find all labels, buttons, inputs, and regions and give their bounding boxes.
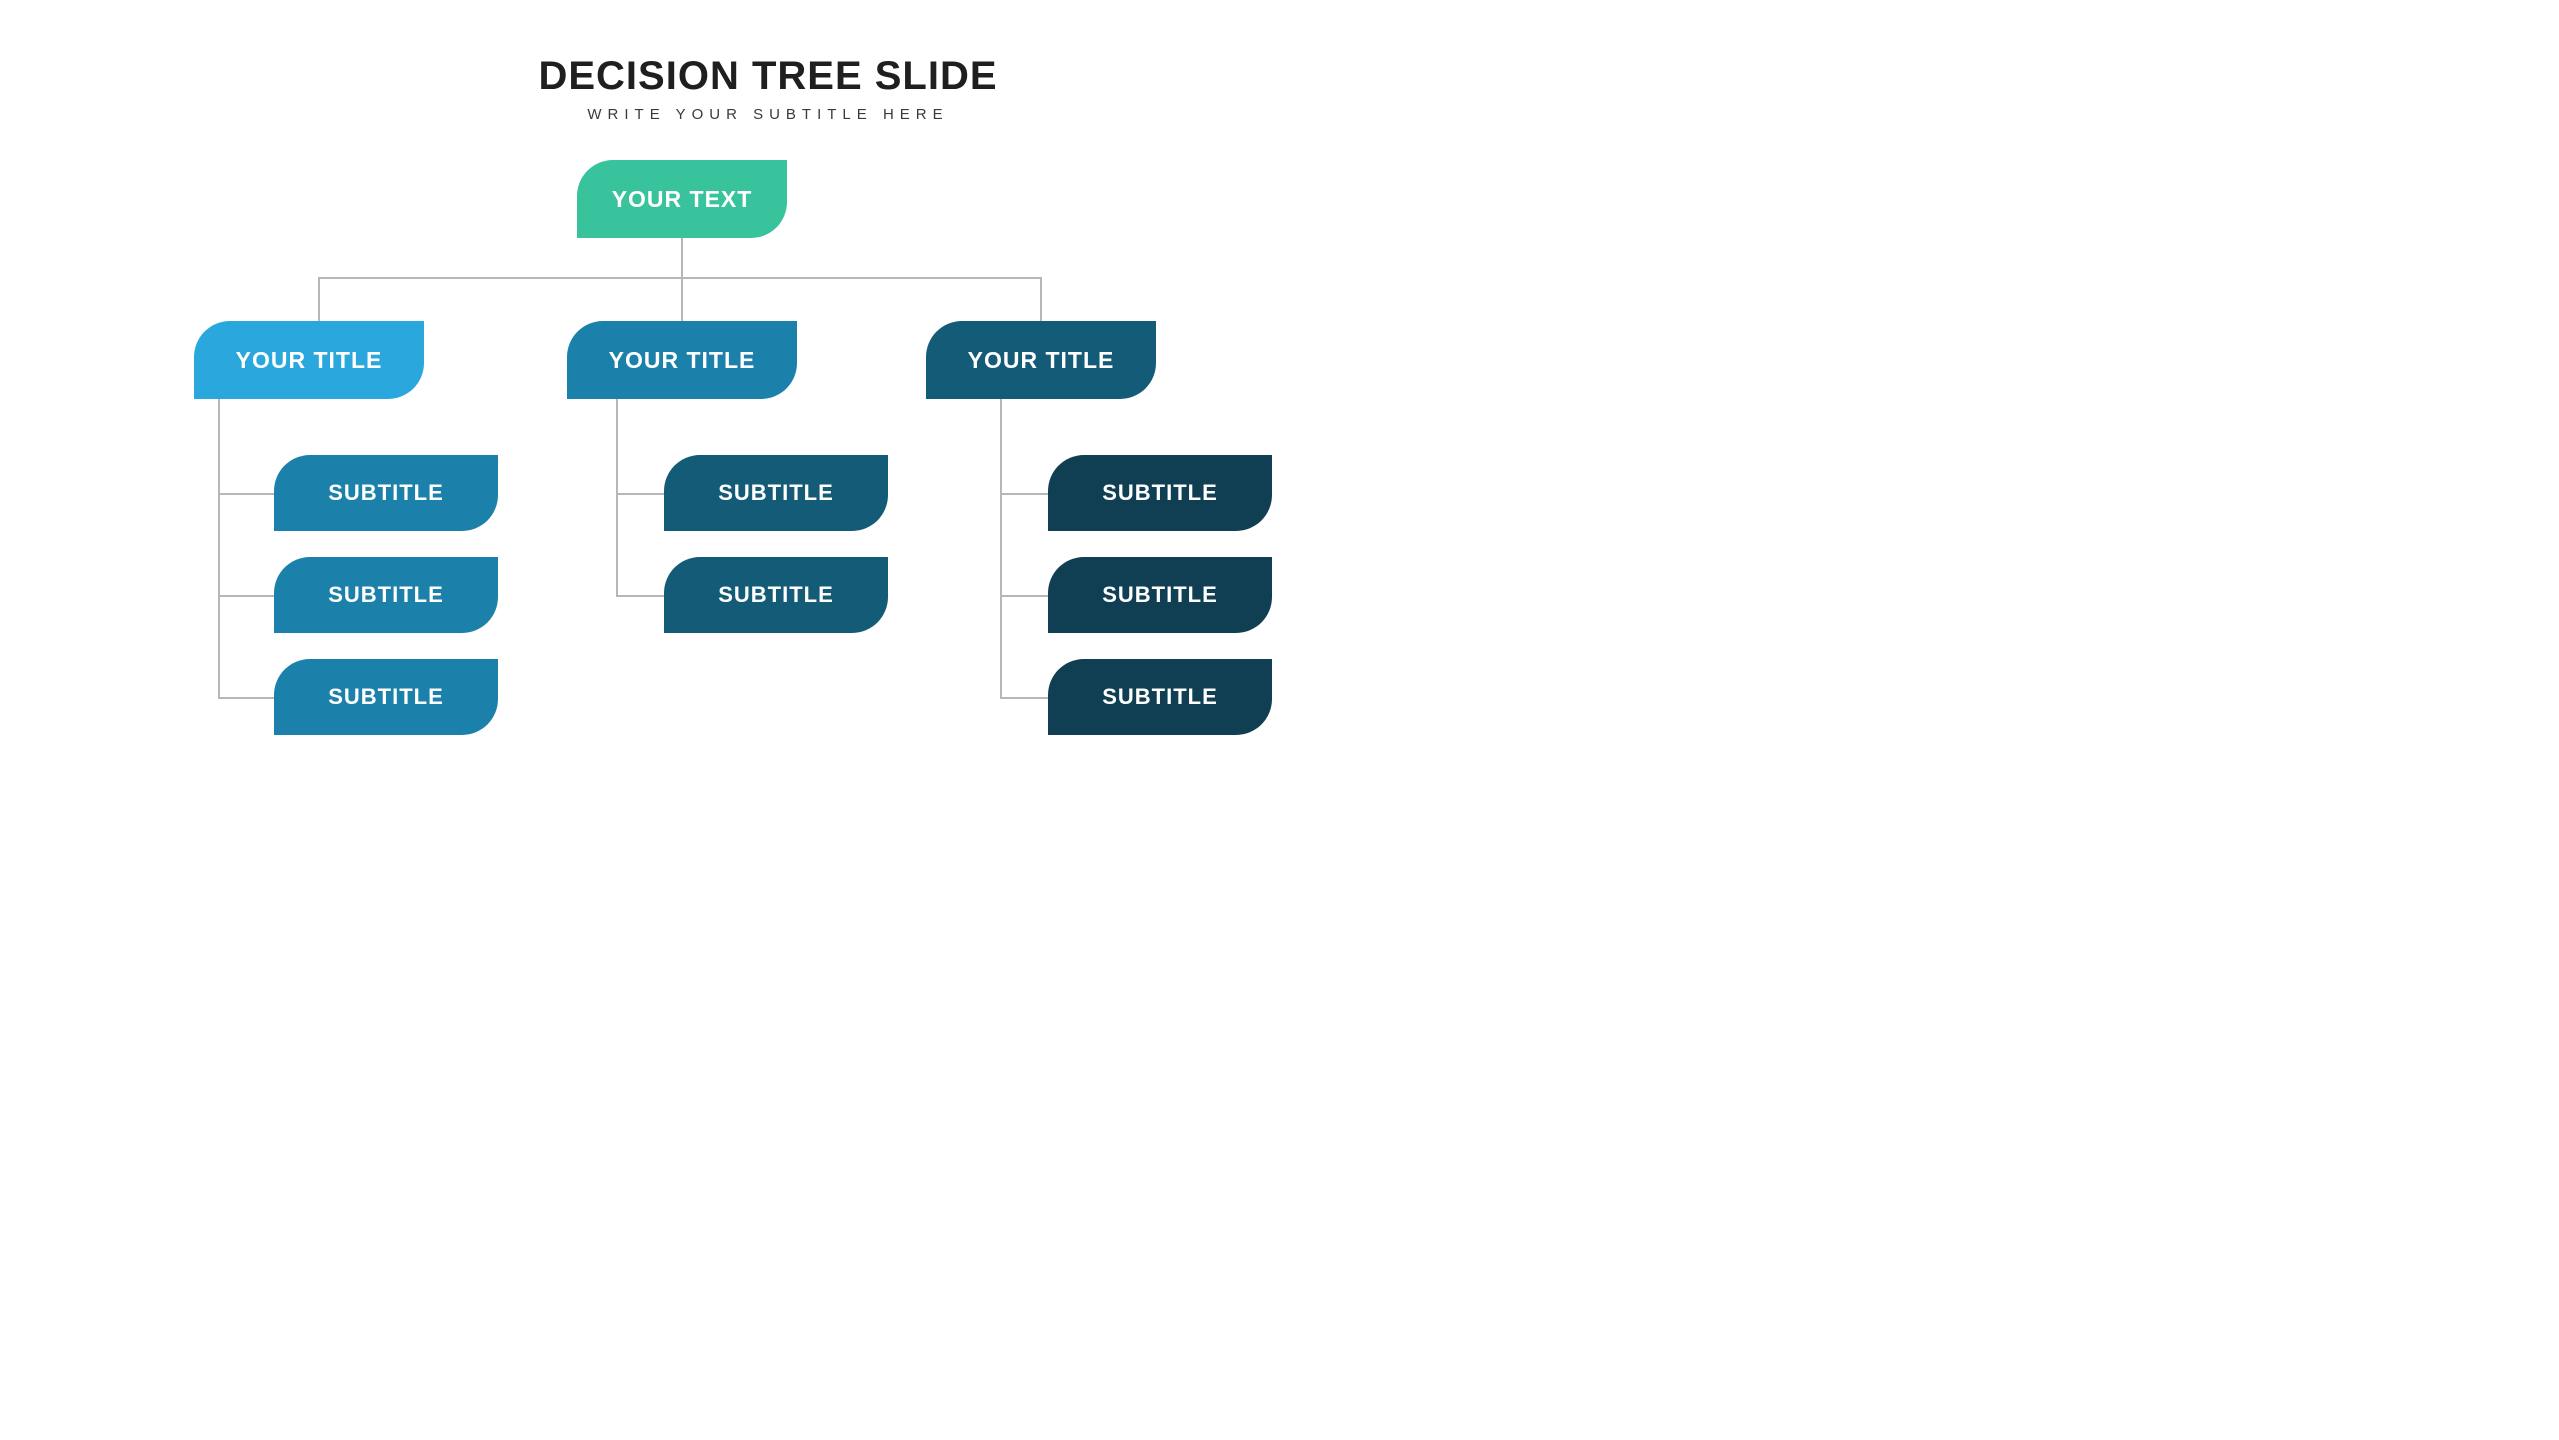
decision-tree-slide: DECISION TREE SLIDE WRITE YOUR SUBTITLE … xyxy=(0,0,1536,864)
connector-line xyxy=(616,595,668,597)
connector-line xyxy=(1000,493,1052,495)
connector-line xyxy=(616,399,618,597)
connector-line xyxy=(681,237,683,277)
branch-node-2: YOUR TITLE xyxy=(567,321,797,399)
leaf-node-1-3: SUBTITLE xyxy=(274,659,498,735)
connector-line xyxy=(616,493,668,495)
connector-line xyxy=(1000,697,1052,699)
leaf-node-3-2: SUBTITLE xyxy=(1048,557,1272,633)
connector-line xyxy=(218,399,220,699)
connector-line xyxy=(218,493,278,495)
slide-title: DECISION TREE SLIDE xyxy=(538,54,997,99)
leaf-node-3-3: SUBTITLE xyxy=(1048,659,1272,735)
root-node: YOUR TEXT xyxy=(577,160,787,238)
leaf-node-2-1: SUBTITLE xyxy=(664,455,888,531)
leaf-node-1-2: SUBTITLE xyxy=(274,557,498,633)
connector-line xyxy=(318,277,1042,279)
connector-line xyxy=(681,277,683,321)
connector-line xyxy=(218,697,278,699)
connector-line xyxy=(1000,399,1002,699)
connector-line xyxy=(1000,595,1052,597)
connector-line xyxy=(318,277,320,321)
connector-line xyxy=(1040,277,1042,321)
leaf-node-3-1: SUBTITLE xyxy=(1048,455,1272,531)
connector-line xyxy=(218,595,278,597)
leaf-node-1-1: SUBTITLE xyxy=(274,455,498,531)
branch-node-1: YOUR TITLE xyxy=(194,321,424,399)
branch-node-3: YOUR TITLE xyxy=(926,321,1156,399)
leaf-node-2-2: SUBTITLE xyxy=(664,557,888,633)
slide-subtitle: WRITE YOUR SUBTITLE HERE xyxy=(587,106,948,123)
